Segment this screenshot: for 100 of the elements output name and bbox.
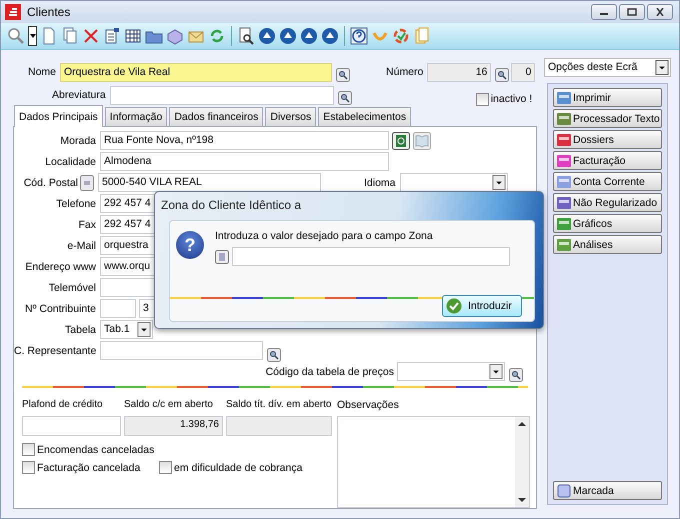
notes-field[interactable] — [337, 416, 530, 508]
action-button[interactable]: Análises — [553, 235, 662, 254]
field-label: Nº Contribuinte — [24, 302, 96, 314]
checkbox[interactable] — [476, 92, 489, 106]
help-icon[interactable] — [350, 27, 368, 45]
action-button[interactable]: Imprimir — [553, 88, 662, 107]
checkbox-label: Facturação cancelada — [37, 462, 140, 474]
field-label: Telefone — [55, 198, 96, 210]
check-icon — [446, 298, 462, 314]
restore-button[interactable] — [619, 4, 645, 20]
properties-icon[interactable] — [103, 27, 121, 45]
action-button[interactable]: Gráficos — [553, 214, 662, 233]
amount-field: 1.398,76 — [124, 416, 223, 436]
map-button[interactable] — [392, 132, 410, 150]
dialog-prompt: Introduza o valor desejado para o campo Zona — [215, 230, 433, 242]
last-record-icon[interactable] — [321, 27, 339, 45]
field-label: Abreviatura — [52, 89, 106, 101]
language-dropdown[interactable] — [400, 173, 508, 192]
checkbox-label: em dificuldade de cobrança — [174, 462, 302, 474]
caret-icon — [655, 60, 669, 75]
sync-icon[interactable] — [392, 27, 410, 45]
app-icon — [5, 4, 21, 20]
text-field[interactable] — [100, 299, 136, 318]
field-label: Saldo c/c em aberto — [124, 399, 214, 412]
text-field[interactable]: 5000-540 VILA REAL — [98, 173, 321, 192]
search-button[interactable] — [267, 348, 281, 362]
checkbox[interactable] — [22, 461, 35, 474]
first-record-icon[interactable] — [258, 27, 276, 45]
restore-icon — [627, 8, 637, 16]
scrollbar[interactable] — [515, 417, 529, 507]
box-icon[interactable] — [166, 27, 184, 45]
field-label: Número — [386, 66, 424, 78]
field-label: Idioma — [364, 176, 396, 188]
dialog-title: Zona do Cliente Idêntico a — [160, 197, 302, 214]
field-label: Localidade — [44, 156, 96, 168]
value-field[interactable] — [232, 247, 510, 266]
checkbox[interactable] — [159, 461, 172, 474]
refresh-icon[interactable] — [208, 27, 226, 45]
copy-icon[interactable] — [61, 27, 79, 45]
tab[interactable]: Estabelecimentos — [318, 107, 412, 126]
caret-icon — [492, 175, 506, 190]
checkbox[interactable] — [22, 443, 35, 456]
enter-button[interactable]: Introduzir — [442, 295, 522, 317]
square-icon — [556, 482, 572, 498]
action-button[interactable]: Conta Corrente — [553, 172, 662, 191]
price-table-dropdown[interactable] — [397, 362, 505, 381]
text-field[interactable]: Rua Fonte Nova, nº198 — [100, 131, 389, 150]
number-field: 16 — [427, 62, 492, 82]
dropdown-button[interactable] — [28, 26, 37, 46]
field-label: e-Mail — [66, 240, 96, 252]
close-icon — [655, 8, 665, 16]
number-suffix-field: 0 — [511, 62, 536, 82]
options-dropdown[interactable]: Opções deste Ecrã — [544, 58, 671, 77]
caret-icon — [489, 364, 503, 379]
grid-icon[interactable] — [124, 27, 142, 45]
window-title: Clientes — [27, 5, 70, 19]
search-button[interactable] — [336, 68, 350, 82]
scroll-down-icon[interactable] — [518, 497, 526, 503]
name-field[interactable]: Orquestra de Vila Real — [60, 62, 332, 82]
field-label: Tabela — [64, 324, 96, 336]
caret-icon — [30, 34, 36, 38]
field-label: Cód. Postal — [22, 176, 78, 188]
field-label: Fax — [77, 218, 96, 230]
action-button[interactable]: Dossiers — [553, 130, 662, 149]
text-field[interactable] — [100, 341, 263, 360]
search-button[interactable] — [509, 368, 523, 382]
amount-field[interactable] — [22, 416, 121, 436]
field-label: Saldo tít. dív. em aberto — [226, 399, 332, 412]
table-dropdown[interactable]: Tab.1 — [100, 320, 153, 339]
checkbox-label: Encomendas canceladas — [37, 444, 154, 456]
caret-icon — [137, 322, 151, 337]
tab[interactable]: Diversos — [265, 107, 316, 126]
action-button[interactable]: Facturação — [553, 151, 662, 170]
tab[interactable]: Dados financeiros — [169, 107, 264, 126]
action-button[interactable]: Não Regularizado — [553, 193, 662, 212]
previous-record-icon[interactable] — [279, 27, 297, 45]
close-button[interactable] — [647, 4, 673, 20]
delete-icon[interactable] — [82, 27, 100, 45]
short-name-field[interactable] — [110, 86, 334, 104]
marked-button[interactable]: Marcada — [553, 481, 662, 500]
field-label: Morada — [59, 134, 96, 146]
field-label: Plafond de crédito — [22, 399, 104, 412]
field-label: Observações — [337, 399, 400, 413]
minimize-button[interactable] — [591, 4, 617, 20]
preview-icon[interactable] — [237, 27, 255, 45]
field-label: C. Representante — [14, 344, 96, 356]
search-button[interactable] — [338, 91, 352, 105]
field-label: Nome — [28, 66, 56, 78]
action-button[interactable]: Processador Texto — [553, 109, 662, 128]
next-record-icon[interactable] — [300, 27, 318, 45]
checkbox-label: inactivo ! — [490, 93, 532, 105]
tab[interactable]: Informação — [104, 107, 168, 126]
scroll-up-icon[interactable] — [518, 421, 526, 427]
search-button[interactable] — [495, 68, 510, 82]
list-icon[interactable] — [215, 250, 229, 264]
clipboard-icon[interactable] — [413, 27, 431, 45]
tab[interactable]: Dados Principais — [14, 105, 103, 127]
postal-code-button[interactable] — [80, 174, 94, 190]
question-icon: ? — [176, 231, 204, 259]
text-field[interactable]: Almodena — [100, 152, 389, 171]
